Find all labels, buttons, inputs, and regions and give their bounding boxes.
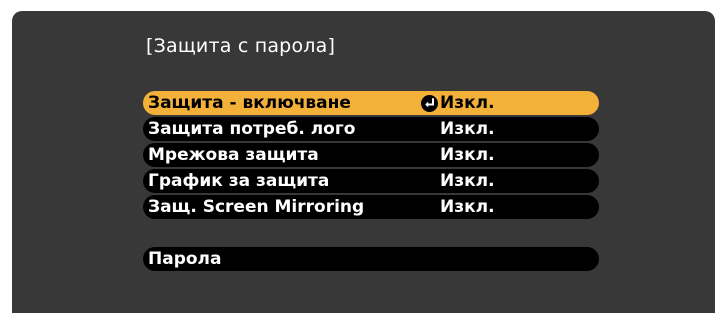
menu-item-value: Изкл. [440,197,495,217]
menu-item-label: Защита - включване [148,93,351,113]
menu-panel: [Защита с парола] Защита - включване Изк… [12,11,715,313]
enter-icon [421,95,438,112]
menu-item-label: График за защита [148,171,330,191]
menu-item-value: Изкл. [440,93,495,113]
menu-item-label: Парола [148,249,222,269]
menu-item-value: Изкл. [440,145,495,165]
menu-item-value: Изкл. [440,119,495,139]
menu-item-label: Защ. Screen Mirroring [148,197,365,217]
projector-screen: [Защита с парола] Защита - включване Изк… [0,0,727,313]
menu-item-password[interactable]: Парола [143,247,599,271]
menu-item-protection-on[interactable]: Защита - включване Изкл. [143,91,599,115]
menu-spacer [143,221,599,247]
menu-item-schedule-protection[interactable]: График за защита Изкл. [143,169,599,193]
menu-item-label: Защита потреб. лого [148,119,356,139]
menu-item-screen-mirroring-protection[interactable]: Защ. Screen Mirroring Изкл. [143,195,599,219]
menu-item-value: Изкл. [440,171,495,191]
menu-list: Защита - включване Изкл. Защита потреб. … [143,91,599,273]
menu-item-network-protection[interactable]: Мрежова защита Изкл. [143,143,599,167]
menu-title: [Защита с парола] [146,35,336,57]
menu-item-user-logo-protection[interactable]: Защита потреб. лого Изкл. [143,117,599,141]
menu-item-label: Мрежова защита [148,145,319,165]
